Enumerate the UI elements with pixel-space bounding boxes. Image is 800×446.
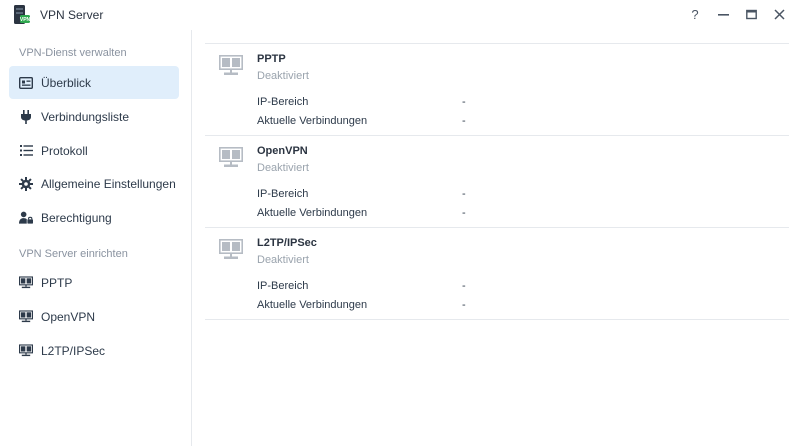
sidebar-item-label: PPTP bbox=[41, 275, 73, 290]
overview-panel: PPTP Deaktiviert IP-Bereich - Aktuelle V… bbox=[192, 30, 800, 446]
list-icon bbox=[19, 144, 33, 158]
service-title: PPTP bbox=[257, 53, 286, 65]
maximize-icon[interactable] bbox=[744, 7, 758, 21]
sidebar-item-label: Verbindungsliste bbox=[41, 109, 130, 124]
current-connections-label: Aktuelle Verbindungen bbox=[257, 207, 368, 219]
overview-icon bbox=[19, 76, 33, 90]
section-title-manage: VPN-Dienst verwalten bbox=[19, 47, 127, 59]
status-text: Deaktiviert bbox=[257, 70, 309, 82]
server-icon bbox=[219, 55, 243, 79]
sidebar: VPN-Dienst verwalten Überblick Verbindun… bbox=[0, 30, 192, 446]
ip-range-label: IP-Bereich bbox=[257, 280, 309, 292]
server-icon bbox=[219, 239, 243, 263]
sidebar-item-label: Berechtigung bbox=[41, 210, 112, 225]
svg-text:VPN: VPN bbox=[20, 17, 30, 23]
section-title-setup: VPN Server einrichten bbox=[19, 248, 128, 260]
current-connections-label: Aktuelle Verbindungen bbox=[257, 115, 368, 127]
current-connections-value: - bbox=[462, 115, 466, 127]
vpn-app-icon: VPN bbox=[13, 5, 31, 24]
server-icon bbox=[19, 344, 33, 358]
current-connections-value: - bbox=[462, 299, 466, 311]
plug-icon bbox=[19, 109, 33, 124]
service-title: OpenVPN bbox=[257, 145, 308, 157]
current-connections-label: Aktuelle Verbindungen bbox=[257, 299, 368, 311]
sidebar-item-label: L2TP/IPSec bbox=[41, 343, 106, 358]
service-title: L2TP/IPSec bbox=[257, 237, 317, 249]
sidebar-item-label: OpenVPN bbox=[41, 309, 96, 324]
user-lock-icon bbox=[19, 211, 33, 225]
sidebar-item-general-settings[interactable]: Allgemeine Einstellungen bbox=[9, 166, 179, 202]
sidebar-item-openvpn[interactable]: OpenVPN bbox=[9, 300, 179, 333]
ip-range-value: - bbox=[462, 96, 466, 108]
sidebar-item-label: Allgemeine Einstellungen bbox=[41, 177, 176, 191]
sidebar-item-label: Überblick bbox=[41, 75, 92, 90]
help-icon[interactable]: ? bbox=[688, 7, 702, 22]
sidebar-item-overview[interactable]: Überblick bbox=[9, 66, 179, 99]
sidebar-item-l2tp-ipsec[interactable]: L2TP/IPSec bbox=[9, 334, 179, 367]
ip-range-label: IP-Bereich bbox=[257, 188, 309, 200]
sidebar-item-permission[interactable]: Berechtigung bbox=[9, 201, 179, 234]
gear-icon bbox=[19, 177, 33, 191]
vpn-server-window: VPN VPN Server ? VPN-Dienst verwalten Üb… bbox=[0, 0, 800, 446]
window-controls: ? bbox=[688, 7, 786, 22]
app-title: VPN Server bbox=[40, 8, 104, 22]
service-card-openvpn: OpenVPN Deaktiviert IP-Bereich - Aktuell… bbox=[205, 135, 789, 227]
server-icon bbox=[19, 310, 33, 324]
close-icon[interactable] bbox=[772, 7, 786, 21]
ip-range-label: IP-Bereich bbox=[257, 96, 309, 108]
sidebar-item-label: Protokoll bbox=[41, 143, 88, 158]
server-icon bbox=[19, 276, 33, 290]
service-card-l2tp-ipsec: L2TP/IPSec Deaktiviert IP-Bereich - Aktu… bbox=[205, 227, 789, 320]
ip-range-value: - bbox=[462, 280, 466, 292]
current-connections-value: - bbox=[462, 207, 466, 219]
sidebar-item-pptp[interactable]: PPTP bbox=[9, 266, 179, 299]
status-text: Deaktiviert bbox=[257, 254, 309, 266]
status-text: Deaktiviert bbox=[257, 162, 309, 174]
minimize-icon[interactable] bbox=[716, 7, 730, 21]
sidebar-item-connection-list[interactable]: Verbindungsliste bbox=[9, 100, 179, 133]
server-icon bbox=[219, 147, 243, 171]
service-card-pptp: PPTP Deaktiviert IP-Bereich - Aktuelle V… bbox=[205, 43, 789, 135]
title-bar: VPN VPN Server ? bbox=[0, 0, 800, 30]
ip-range-value: - bbox=[462, 188, 466, 200]
sidebar-item-log[interactable]: Protokoll bbox=[9, 134, 179, 167]
